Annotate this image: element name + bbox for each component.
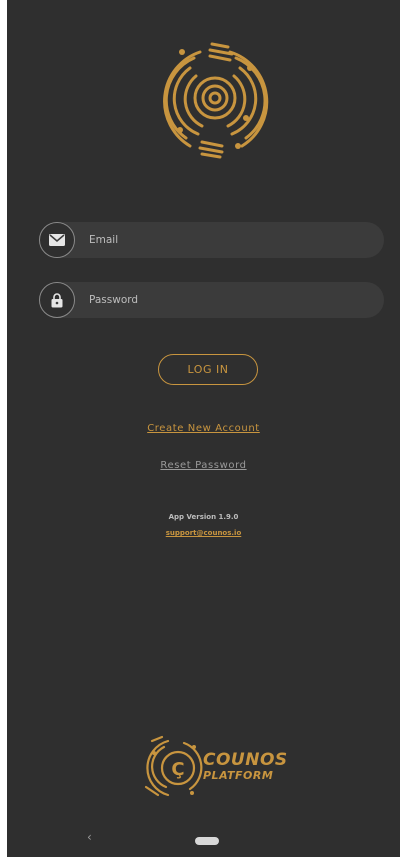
- create-account-link[interactable]: Create New Account: [7, 423, 400, 434]
- reset-password-link[interactable]: Reset Password: [7, 460, 400, 471]
- envelope-icon: [39, 222, 75, 258]
- system-nav-bar: ‹: [7, 818, 400, 857]
- email-input[interactable]: [89, 222, 369, 258]
- svg-text:Ç: Ç: [171, 759, 184, 780]
- chevron-left-icon[interactable]: ‹: [87, 830, 92, 844]
- app-logo-icon: [163, 42, 269, 159]
- support-email-link[interactable]: support@counos.io: [7, 529, 400, 537]
- login-screen: LOG IN Create New Account Reset Password…: [7, 0, 400, 857]
- brand-name: COUNOS PLATFORM: [203, 750, 288, 782]
- email-field[interactable]: [39, 222, 384, 258]
- brand-name-line2: PLATFORM: [203, 769, 274, 782]
- app-version-text: App Version 1.9.0: [168, 513, 239, 521]
- brand-name-line1: COUNOS: [203, 750, 288, 770]
- password-input[interactable]: [89, 282, 369, 318]
- home-pill-icon[interactable]: [195, 837, 219, 845]
- login-button[interactable]: LOG IN: [158, 354, 258, 385]
- lock-icon: [39, 282, 75, 318]
- password-field[interactable]: [39, 282, 384, 318]
